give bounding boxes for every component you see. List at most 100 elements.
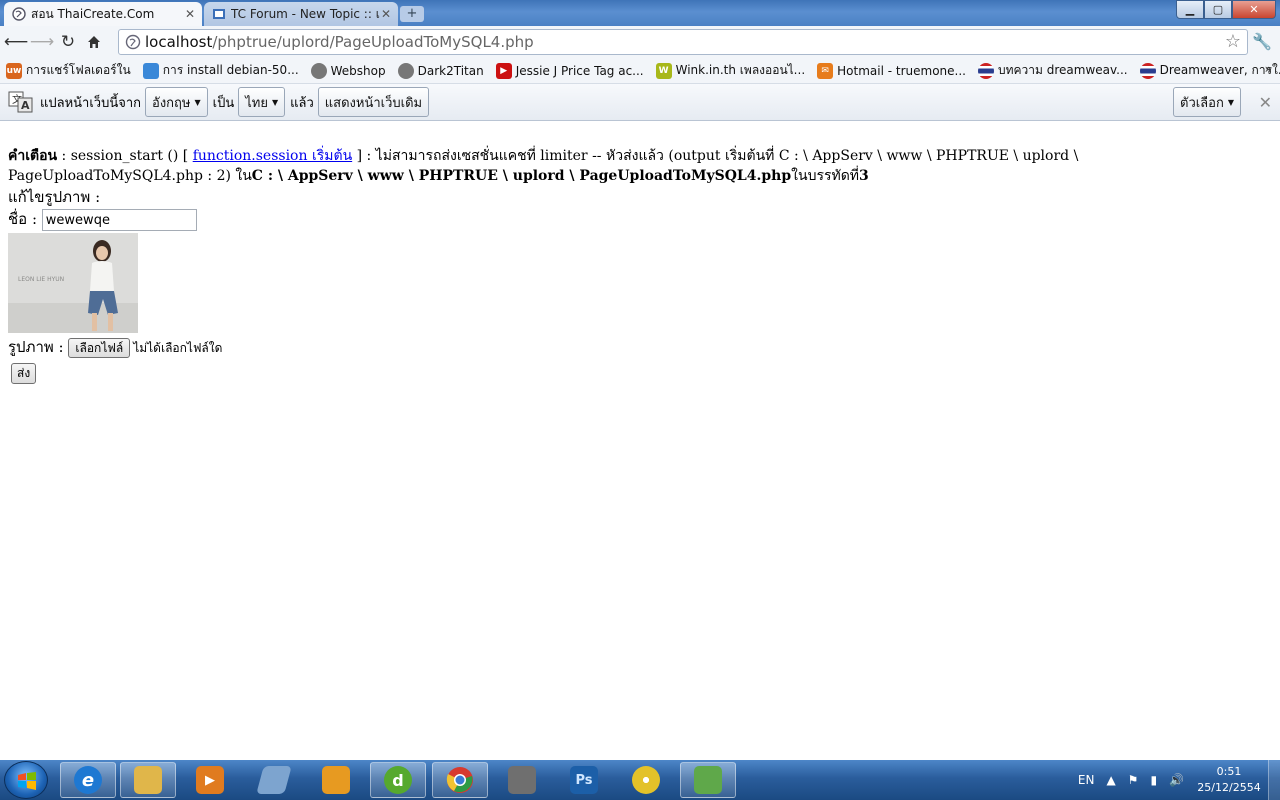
to-language-label: ไทย bbox=[245, 95, 268, 111]
reload-icon: ↻ bbox=[60, 32, 76, 52]
url-path: /phptrue/uplord/PageUploadToMySQL4.php bbox=[212, 33, 534, 51]
tab-tc-forum[interactable]: TC Forum - New Topic :: เร ✕ bbox=[204, 2, 398, 26]
home-icon bbox=[88, 36, 100, 48]
page-info-icon bbox=[125, 34, 141, 50]
back-button[interactable]: ⟵ bbox=[3, 29, 29, 55]
bookmark-label: การ install debian-50... bbox=[162, 63, 299, 77]
translate-infobar: 文A แปลหน้าเว็บนี้จาก อังกฤษ ▼ เป็น ไทย ▼ แ… bbox=[0, 84, 1280, 121]
bookmark-item[interactable]: Dark2Titan bbox=[397, 62, 484, 79]
page-icon bbox=[142, 62, 159, 79]
taskbar-network-users[interactable] bbox=[680, 762, 736, 798]
taskbar-photoshop[interactable]: Ps bbox=[556, 762, 612, 798]
caret-down-icon: ▼ bbox=[1227, 97, 1234, 107]
bookmark-star-icon[interactable]: ☆ bbox=[1225, 31, 1241, 52]
page-icon bbox=[213, 9, 225, 19]
ie-icon: e bbox=[74, 766, 102, 794]
bookmark-label: Webshop bbox=[330, 63, 386, 78]
taskbar-ie[interactable]: e bbox=[60, 762, 116, 798]
volume-icon[interactable]: 🔊 bbox=[1169, 773, 1184, 787]
taskbar-chrome[interactable] bbox=[432, 762, 488, 798]
tab-strip: สอน ThaiCreate.Com ✕ TC Forum - New Topi… bbox=[0, 0, 1280, 26]
bookmark-item[interactable]: ▶ Jessie J Price Tag ac... bbox=[495, 62, 644, 79]
bookmark-label: การแชร์โฟลเดอร์ใน bbox=[26, 63, 131, 77]
name-label: ชื่อ : bbox=[8, 210, 38, 228]
options-label: ตัวเลือก bbox=[1180, 95, 1224, 111]
home-button[interactable] bbox=[81, 29, 107, 55]
window-app-icon bbox=[322, 766, 350, 794]
caret-down-icon: ▼ bbox=[194, 97, 201, 107]
globe-icon bbox=[310, 62, 327, 79]
taskbar-explorer[interactable] bbox=[120, 762, 176, 798]
address-bar[interactable]: localhost/phptrue/uplord/PageUploadToMyS… bbox=[118, 29, 1248, 55]
forward-button[interactable]: ⟶ bbox=[29, 29, 55, 55]
bookmark-item[interactable]: บทความ dreamweav... bbox=[977, 61, 1128, 80]
page-content: คำเตือน : session_start () [ function.se… bbox=[8, 146, 1274, 384]
tab-close-icon[interactable]: ✕ bbox=[380, 7, 392, 21]
bookmarks-overflow-icon[interactable]: » bbox=[1265, 62, 1272, 76]
thai-flag-icon bbox=[977, 62, 994, 79]
close-infobar-icon[interactable]: ✕ bbox=[1259, 93, 1272, 112]
tab-title: สอน ThaiCreate.Com bbox=[31, 6, 155, 21]
translate-options-button[interactable]: ตัวเลือก ▼ bbox=[1173, 87, 1241, 117]
warning-line-prefix: ในบรรทัดที่ bbox=[791, 168, 860, 184]
close-window-button[interactable]: ✕ bbox=[1232, 0, 1276, 19]
bookmark-item[interactable]: Dreamweaver, การใ... bbox=[1139, 61, 1280, 80]
scanner-icon bbox=[256, 766, 292, 794]
bookmark-item[interactable]: การ install debian-50... bbox=[142, 61, 299, 80]
from-language-label: อังกฤษ bbox=[152, 95, 191, 111]
translate-icon: 文A bbox=[8, 91, 33, 113]
maximize-button[interactable]: ▢ bbox=[1204, 0, 1232, 19]
network-users-icon bbox=[694, 766, 722, 794]
forward-arrow-icon: ⟶ bbox=[29, 32, 55, 52]
tab-thaicreate[interactable]: สอน ThaiCreate.Com ✕ bbox=[4, 2, 202, 26]
windows-logo-icon bbox=[18, 772, 36, 790]
new-tab-button[interactable]: + bbox=[400, 6, 424, 22]
language-indicator[interactable]: EN bbox=[1078, 773, 1095, 787]
taskbar-scanner[interactable] bbox=[246, 762, 302, 798]
clock-time: 0:51 bbox=[1216, 765, 1242, 778]
start-button[interactable] bbox=[4, 761, 48, 799]
show-original-button[interactable]: แสดงหน้าเว็บเดิม bbox=[317, 87, 430, 117]
photoshop-icon: Ps bbox=[570, 766, 598, 794]
name-input[interactable] bbox=[41, 209, 197, 231]
show-hidden-icons-icon[interactable]: ▲ bbox=[1106, 773, 1115, 787]
taskbar-dreamweaver[interactable]: d bbox=[370, 762, 426, 798]
bookmark-item[interactable]: W Wink.in.th เพลงออนไ... bbox=[655, 61, 805, 80]
minimize-button[interactable]: ▁ bbox=[1176, 0, 1204, 19]
picture-label: รูปภาพ : bbox=[8, 338, 64, 356]
action-center-flag-icon[interactable]: ⚑ bbox=[1128, 773, 1139, 787]
tab-close-icon[interactable]: ✕ bbox=[184, 7, 196, 21]
wrench-menu-icon[interactable]: 🔧 bbox=[1252, 32, 1272, 51]
uw-icon: uw bbox=[6, 62, 22, 79]
warning-text-1: : session_start () [ bbox=[57, 148, 193, 164]
submit-button[interactable]: ส่ง bbox=[11, 363, 37, 384]
svg-text:A: A bbox=[21, 99, 30, 112]
from-language-select[interactable]: อังกฤษ ▼ bbox=[145, 87, 208, 117]
clock[interactable]: 0:51 25/12/2554 bbox=[1190, 764, 1268, 796]
taskbar-window-app[interactable] bbox=[308, 762, 364, 798]
taskbar-media-player[interactable]: ▶ bbox=[182, 762, 238, 798]
uploaded-photo: LEON LIE HYUN bbox=[8, 233, 138, 333]
clock-date: 25/12/2554 bbox=[1197, 781, 1261, 794]
session-start-link[interactable]: function.session เริ่มต้น bbox=[193, 148, 352, 164]
edit-heading: แก้ไขรูปภาพ : bbox=[8, 188, 101, 206]
show-desktop-button[interactable] bbox=[1268, 760, 1280, 800]
to-language-select[interactable]: ไทย ▼ bbox=[238, 87, 286, 117]
choose-file-button[interactable]: เลือกไฟล์ bbox=[68, 338, 131, 358]
explorer-icon bbox=[134, 766, 162, 794]
bookmark-label: Jessie J Price Tag ac... bbox=[515, 63, 644, 78]
reload-button[interactable]: ↻ bbox=[55, 29, 81, 55]
translate-middle: เป็น bbox=[212, 95, 235, 111]
hotmail-icon: ✉ bbox=[817, 62, 834, 79]
translate-suffix: แล้ว bbox=[290, 95, 314, 111]
bookmark-item[interactable]: ✉ Hotmail - truemone... bbox=[817, 62, 966, 79]
warning-line: 3 bbox=[859, 168, 869, 184]
bookmark-item[interactable]: uw การแชร์โฟลเดอร์ใน bbox=[6, 61, 131, 80]
taskbar-disc[interactable] bbox=[618, 762, 674, 798]
warning-path: C : \ AppServ \ www \ PHPTRUE \ uplord \… bbox=[251, 168, 792, 184]
php-warning: คำเตือน : session_start () [ function.se… bbox=[8, 146, 1274, 186]
bookmark-item[interactable]: Webshop bbox=[310, 62, 386, 79]
warning-label: คำเตือน bbox=[8, 148, 58, 164]
network-signal-icon[interactable]: ▮ bbox=[1150, 773, 1157, 787]
taskbar-device[interactable] bbox=[494, 762, 550, 798]
